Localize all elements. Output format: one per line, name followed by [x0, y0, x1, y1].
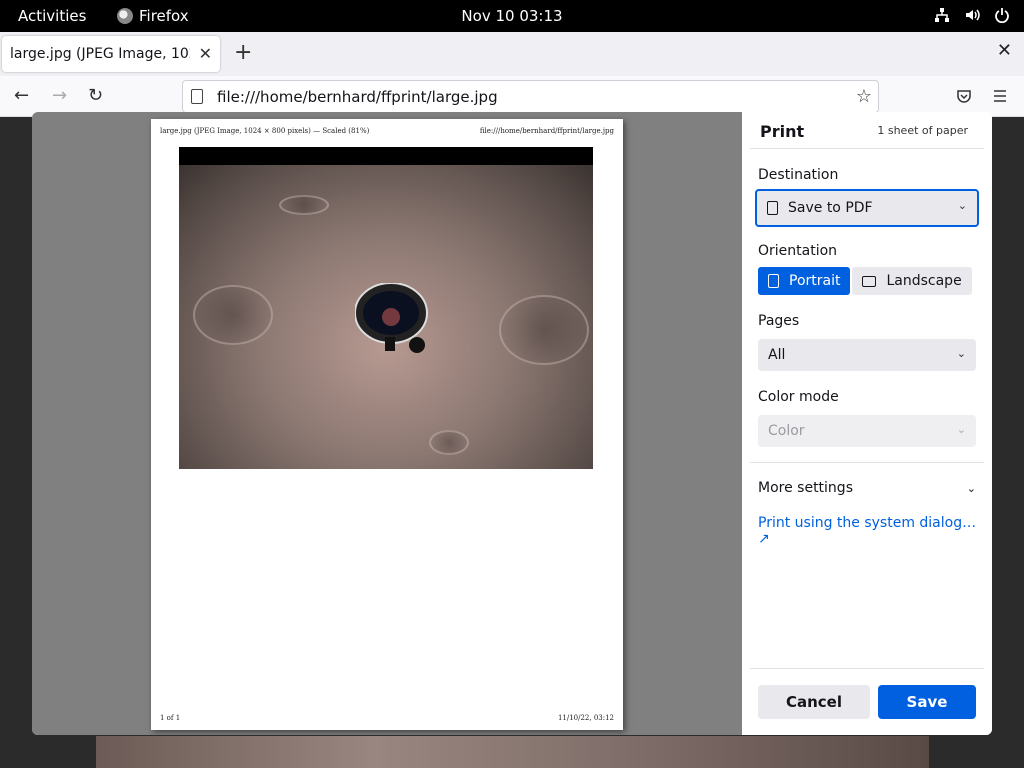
- preview-header-left: large.jpg (JPEG Image, 1024 × 800 pixels…: [160, 127, 370, 135]
- orientation-toggle: Portrait Landscape: [758, 267, 972, 295]
- bookmark-star-icon[interactable]: ☆: [856, 86, 872, 107]
- external-link-icon: ↗: [758, 531, 770, 547]
- chevron-down-icon: ⌄: [966, 482, 976, 495]
- landscape-button[interactable]: Landscape: [852, 267, 972, 295]
- portrait-button[interactable]: Portrait: [758, 267, 851, 295]
- hamburger-menu-icon[interactable]: [992, 88, 1008, 104]
- system-dialog-link[interactable]: Print using the system dialog… ↗: [758, 515, 992, 547]
- divider: [750, 462, 984, 463]
- crater: [429, 430, 469, 455]
- clock[interactable]: Nov 10 03:13: [0, 7, 1024, 25]
- spacecraft-icon: [355, 283, 428, 353]
- chevron-down-icon: ⌄: [957, 199, 967, 212]
- destination-value: Save to PDF: [788, 200, 873, 216]
- preview-header-right: file:///home/bernhard/ffprint/large.jpg: [479, 127, 614, 135]
- pages-value: All: [768, 347, 786, 363]
- back-icon[interactable]: ←: [14, 85, 29, 106]
- tab-close-icon[interactable]: ✕: [199, 44, 212, 63]
- tab-large-jpg[interactable]: large.jpg (JPEG Image, 1024 ✕: [2, 36, 220, 72]
- chevron-down-icon: ⌄: [956, 347, 966, 360]
- portrait-label: Portrait: [789, 273, 841, 289]
- network-icon: [935, 8, 949, 22]
- portrait-icon: [768, 274, 779, 288]
- print-title: Print: [760, 122, 805, 141]
- orientation-label: Orientation: [758, 243, 838, 259]
- forward-icon[interactable]: →: [52, 85, 67, 106]
- cancel-button[interactable]: Cancel: [758, 685, 870, 719]
- print-settings-panel: Print 1 sheet of paper Destination Save …: [742, 112, 992, 735]
- print-preview-area: large.jpg (JPEG Image, 1024 × 800 pixels…: [32, 112, 742, 735]
- url-bar[interactable]: file:///home/bernhard/ffprint/large.jpg …: [182, 80, 879, 113]
- print-dialog: large.jpg (JPEG Image, 1024 × 800 pixels…: [32, 112, 992, 735]
- power-icon: [995, 8, 1009, 23]
- pages-label: Pages: [758, 313, 800, 329]
- system-tray[interactable]: [934, 7, 1010, 23]
- color-mode-value: Color: [768, 423, 805, 439]
- preview-footer-left: 1 of 1: [160, 714, 181, 722]
- more-settings-toggle[interactable]: More settings ⌄: [758, 480, 976, 496]
- tab-strip: large.jpg (JPEG Image, 1024 ✕ + ✕: [0, 32, 1024, 76]
- nav-bar: ← → ↻ file:///home/bernhard/ffprint/larg…: [0, 76, 1024, 117]
- system-dialog-label: Print using the system dialog…: [758, 515, 977, 531]
- preview-sheet: large.jpg (JPEG Image, 1024 × 800 pixels…: [151, 119, 623, 730]
- page-icon: [191, 89, 203, 104]
- color-mode-label: Color mode: [758, 389, 839, 405]
- pages-select[interactable]: All ⌄: [758, 339, 976, 371]
- destination-select[interactable]: Save to PDF ⌄: [755, 189, 979, 227]
- volume-icon: [966, 9, 980, 21]
- crater: [499, 295, 589, 365]
- crater: [193, 285, 273, 345]
- color-mode-select[interactable]: Color ⌄: [758, 415, 976, 447]
- landscape-label: Landscape: [886, 273, 962, 289]
- url-text: file:///home/bernhard/ffprint/large.jpg: [217, 87, 498, 106]
- document-icon: [767, 201, 778, 215]
- divider: [750, 668, 984, 669]
- pocket-icon[interactable]: [956, 88, 972, 104]
- divider: [750, 148, 984, 149]
- new-tab-button[interactable]: +: [234, 40, 252, 65]
- crater: [279, 195, 329, 215]
- page-image-behind-dialog: [96, 736, 929, 768]
- sheet-count: 1 sheet of paper: [877, 124, 968, 137]
- save-button[interactable]: Save: [878, 685, 976, 719]
- preview-image: [179, 147, 593, 469]
- landscape-icon: [862, 275, 877, 287]
- tab-title: large.jpg (JPEG Image, 1024: [10, 46, 190, 62]
- reload-icon[interactable]: ↻: [88, 85, 103, 106]
- window-close-button[interactable]: ✕: [997, 40, 1012, 61]
- chevron-down-icon: ⌄: [956, 423, 966, 436]
- more-settings-label: More settings: [758, 480, 853, 496]
- preview-footer-right: 11/10/22, 03:12: [557, 714, 614, 722]
- destination-label: Destination: [758, 167, 839, 183]
- gnome-top-bar: Activities Firefox Nov 10 03:13: [0, 0, 1024, 32]
